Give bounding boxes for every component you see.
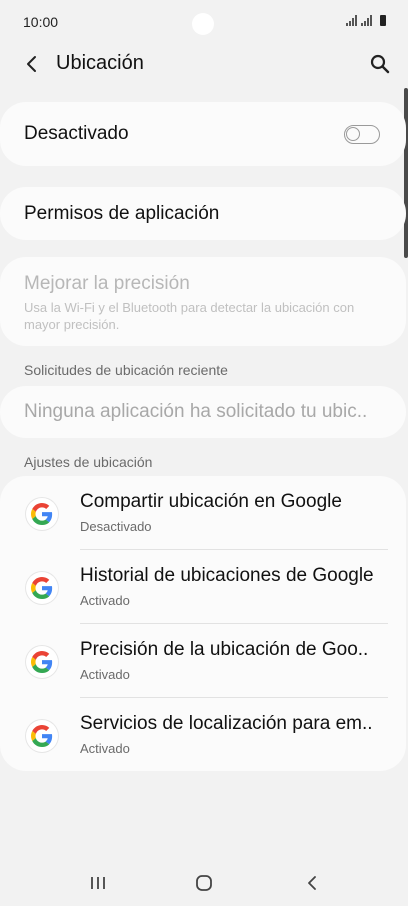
home-icon: [196, 875, 212, 891]
app-permissions-row[interactable]: Permisos de aplicación: [0, 187, 406, 240]
google-icon: [26, 572, 58, 604]
list-item-status: Desactivado: [80, 519, 152, 534]
back-button[interactable]: [18, 50, 46, 78]
search-icon: [370, 54, 390, 74]
improve-accuracy-subtitle: Usa la Wi-Fi y el Bluetooth para detecta…: [24, 300, 355, 332]
app-bar: Ubicación: [0, 40, 408, 88]
recent-apps-icon: [91, 877, 105, 889]
google-icon: [26, 720, 58, 752]
signal-icon: [346, 15, 357, 26]
google-icon: [26, 498, 58, 530]
recent-requests-empty-row: Ninguna aplicación ha solicitado tu ubic…: [0, 386, 406, 438]
location-master-toggle-row[interactable]: Desactivado: [0, 102, 406, 166]
scrollbar-thumb[interactable]: [404, 88, 408, 258]
location-settings-list: Compartir ubicación en Google Desactivad…: [0, 476, 406, 771]
list-item-emergency-location-service[interactable]: Servicios de localización para em.. Acti…: [0, 698, 406, 772]
location-toggle-switch[interactable]: [344, 125, 380, 144]
status-icons: [346, 15, 386, 26]
list-item-title: Precisión de la ubicación de Goo..: [80, 639, 369, 660]
back-nav-button[interactable]: [292, 868, 332, 898]
google-icon: [26, 646, 58, 678]
search-button[interactable]: [366, 50, 394, 78]
list-item-status: Activado: [80, 667, 130, 682]
home-button[interactable]: [184, 868, 224, 898]
list-item-title: Servicios de localización para em..: [80, 713, 373, 734]
front-camera-cutout: [192, 13, 214, 35]
improve-accuracy-title: Mejorar la precisión: [24, 273, 190, 294]
signal-icon-2: [361, 15, 372, 26]
list-item-status: Activado: [80, 593, 130, 608]
improve-accuracy-row[interactable]: Mejorar la precisión Usa la Wi-Fi y el B…: [0, 257, 406, 346]
battery-icon: [380, 15, 386, 26]
status-time: 10:00: [23, 14, 59, 30]
list-item-google-location-sharing[interactable]: Compartir ubicación en Google Desactivad…: [0, 476, 406, 550]
list-item-status: Activado: [80, 741, 130, 756]
list-item-google-location-accuracy[interactable]: Precisión de la ubicación de Goo.. Activ…: [0, 624, 406, 698]
location-toggle-label: Desactivado: [24, 123, 129, 144]
list-item-title: Compartir ubicación en Google: [80, 491, 342, 512]
list-item-title: Historial de ubicaciones de Google: [80, 565, 374, 586]
list-item-google-location-history[interactable]: Historial de ubicaciones de Google Activ…: [0, 550, 406, 624]
system-nav-bar: [0, 860, 408, 906]
chevron-left-icon: [27, 56, 36, 72]
recent-apps-button[interactable]: [78, 868, 118, 898]
recent-requests-header: Solicitudes de ubicación reciente: [24, 362, 228, 378]
toggle-knob: [346, 127, 360, 141]
location-settings-header: Ajustes de ubicación: [24, 454, 153, 470]
page-title: Ubicación: [56, 52, 144, 74]
recent-requests-empty-text: Ninguna aplicación ha solicitado tu ubic…: [24, 401, 368, 422]
app-permissions-label: Permisos de aplicación: [24, 203, 220, 224]
back-nav-icon: [308, 876, 316, 890]
